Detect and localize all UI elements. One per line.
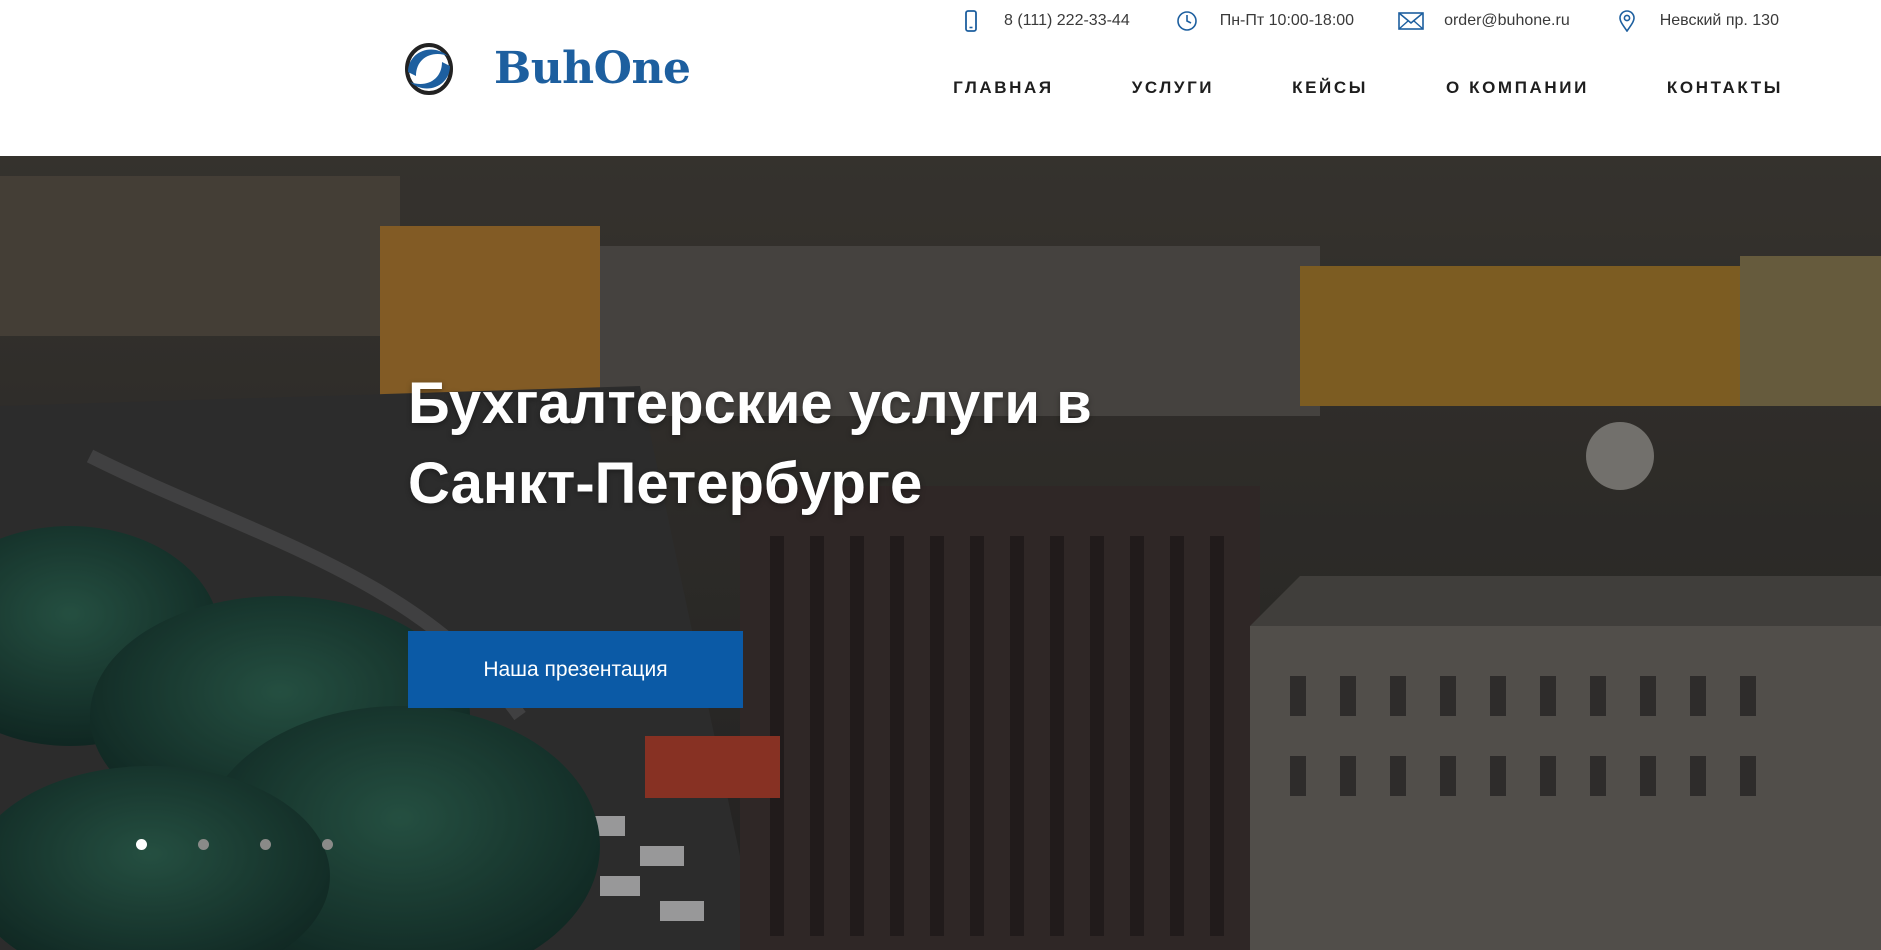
main-nav: ГЛАВНАЯ УСЛУГИ КЕЙСЫ О КОМПАНИИ КОНТАКТЫ (953, 78, 1783, 98)
slider-pagination (136, 839, 384, 850)
nav-contacts[interactable]: КОНТАКТЫ (1667, 78, 1783, 98)
map-pin-icon (1614, 8, 1640, 34)
contact-address[interactable]: Невский пр. 130 (1614, 8, 1779, 34)
logo[interactable]: BuhOne (402, 42, 691, 96)
contact-email[interactable]: order@buhone.ru (1398, 8, 1570, 34)
nav-cases[interactable]: КЕЙСЫ (1292, 78, 1368, 98)
slider-dot-4[interactable] (322, 839, 333, 850)
slider-dot-3[interactable] (260, 839, 271, 850)
contact-phone[interactable]: 8 (111) 222-33-44 (958, 8, 1130, 34)
hero-overlay (0, 156, 1881, 950)
slider-dot-1[interactable] (136, 839, 147, 850)
phone-icon (958, 8, 984, 34)
contact-email-text: order@buhone.ru (1444, 12, 1570, 29)
contact-phone-text: 8 (111) 222-33-44 (1004, 12, 1130, 29)
buhone-logo-mark-icon (405, 43, 453, 95)
clock-icon (1174, 8, 1200, 34)
contact-address-text: Невский пр. 130 (1659, 12, 1779, 29)
site-header: BuhOne 8 (111) 222-33-44 Пн-Пт 10:00-18:… (0, 0, 1881, 156)
contact-hours-text: Пн-Пт 10:00-18:00 (1219, 12, 1355, 29)
contact-bar: 8 (111) 222-33-44 Пн-Пт 10:00-18:00 orde… (958, 8, 1779, 34)
brand-name: BuhOne (494, 43, 691, 94)
hero-slider: Бухгалтерские услуги в Санкт-Петербурге … (0, 156, 1881, 950)
hero-title: Бухгалтерские услуги в Санкт-Петербурге (408, 371, 1092, 516)
nav-about[interactable]: О КОМПАНИИ (1446, 78, 1589, 98)
slider-dot-2[interactable] (198, 839, 209, 850)
presentation-button[interactable]: Наша презентация (408, 631, 743, 708)
nav-services[interactable]: УСЛУГИ (1132, 78, 1214, 98)
mail-icon (1398, 8, 1424, 34)
nav-home[interactable]: ГЛАВНАЯ (953, 78, 1054, 98)
contact-hours: Пн-Пт 10:00-18:00 (1174, 8, 1354, 34)
